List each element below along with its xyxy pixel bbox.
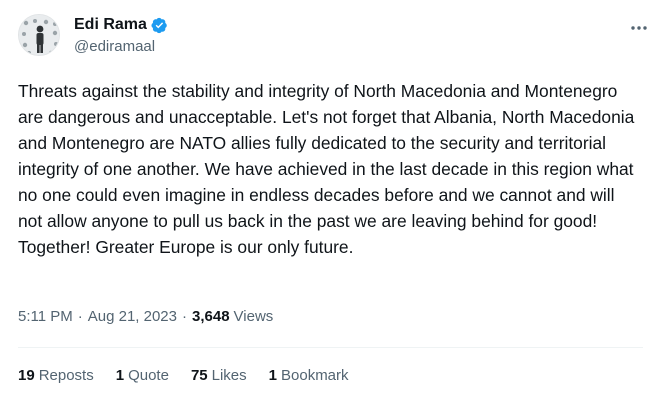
tweet: Edi Rama @ediramaal Threats against the … — [0, 0, 669, 403]
tweet-date[interactable]: Aug 21, 2023 — [88, 308, 177, 325]
reposts-count: 19 — [18, 367, 35, 384]
verified-badge-icon[interactable] — [151, 17, 168, 34]
meta-separator: · — [182, 308, 187, 325]
tweet-stats: 19 Reposts 1 Quote 75 Likes 1 Bookmark — [18, 367, 371, 384]
bookmarks-count: 1 — [268, 367, 277, 384]
tweet-header: Edi Rama @ediramaal — [18, 14, 651, 60]
author-display-name[interactable]: Edi Rama — [74, 16, 147, 34]
quotes-stat[interactable]: 1 Quote — [116, 367, 169, 384]
avatar[interactable] — [18, 14, 60, 56]
author-names: Edi Rama @ediramaal — [74, 15, 168, 55]
tweet-time[interactable]: 5:11 PM — [18, 308, 73, 325]
bookmarks-stat[interactable]: 1 Bookmark — [269, 367, 349, 384]
likes-stat[interactable]: 75 Likes — [191, 367, 247, 384]
avatar-image — [19, 15, 59, 55]
meta-separator: · — [77, 308, 83, 325]
likes-count: 75 — [190, 367, 208, 384]
bookmarks-label: Bookmark — [281, 367, 349, 384]
quotes-label: Quote — [128, 367, 169, 384]
reposts-label: Reposts — [38, 367, 94, 384]
tweet-text: Threats against the stability and integr… — [18, 81, 640, 257]
divider — [18, 347, 643, 348]
views-count[interactable]: 3,648 — [192, 308, 230, 325]
author-handle[interactable]: @ediramaal — [74, 38, 168, 55]
more-horizontal-icon[interactable] — [627, 18, 651, 38]
likes-label: Likes — [211, 367, 247, 384]
views-label[interactable]: Views — [234, 308, 274, 325]
tweet-meta: 5:11 PM · Aug 21, 2023 · 3,648 Views — [18, 308, 273, 325]
quotes-count: 1 — [115, 367, 125, 384]
reposts-stat[interactable]: 19 Reposts — [18, 367, 94, 384]
